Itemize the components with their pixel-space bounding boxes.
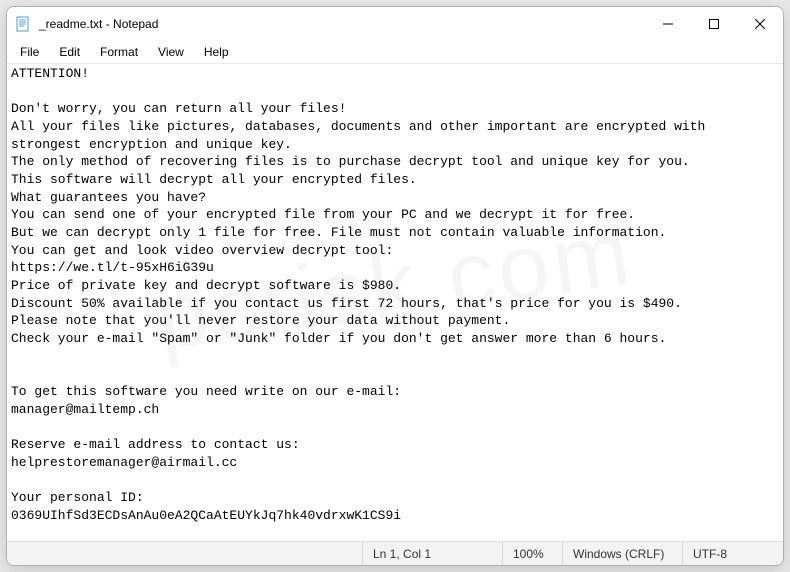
minimize-icon	[663, 19, 673, 29]
titlebar[interactable]: _readme.txt - Notepad	[7, 7, 783, 41]
statusbar-spacer	[7, 542, 363, 565]
notepad-window: _readme.txt - Notepad File Edit Format V…	[6, 6, 784, 566]
menu-view[interactable]: View	[149, 43, 193, 61]
menu-format[interactable]: Format	[91, 43, 147, 61]
notepad-icon	[15, 16, 31, 32]
menu-help[interactable]: Help	[195, 43, 238, 61]
maximize-icon	[709, 19, 719, 29]
statusbar: Ln 1, Col 1 100% Windows (CRLF) UTF-8	[7, 541, 783, 565]
statusbar-zoom: 100%	[503, 542, 563, 565]
text-content[interactable]: ATTENTION! Don't worry, you can return a…	[7, 64, 783, 541]
window-title: _readme.txt - Notepad	[39, 17, 645, 31]
statusbar-eol: Windows (CRLF)	[563, 542, 683, 565]
statusbar-position: Ln 1, Col 1	[363, 542, 503, 565]
menu-file[interactable]: File	[11, 43, 48, 61]
close-button[interactable]	[737, 7, 783, 41]
menu-edit[interactable]: Edit	[50, 43, 89, 61]
maximize-button[interactable]	[691, 7, 737, 41]
window-controls	[645, 7, 783, 41]
close-icon	[755, 19, 765, 29]
statusbar-encoding: UTF-8	[683, 542, 783, 565]
minimize-button[interactable]	[645, 7, 691, 41]
editor-area: ATTENTION! Don't worry, you can return a…	[7, 63, 783, 541]
menubar: File Edit Format View Help	[7, 41, 783, 63]
